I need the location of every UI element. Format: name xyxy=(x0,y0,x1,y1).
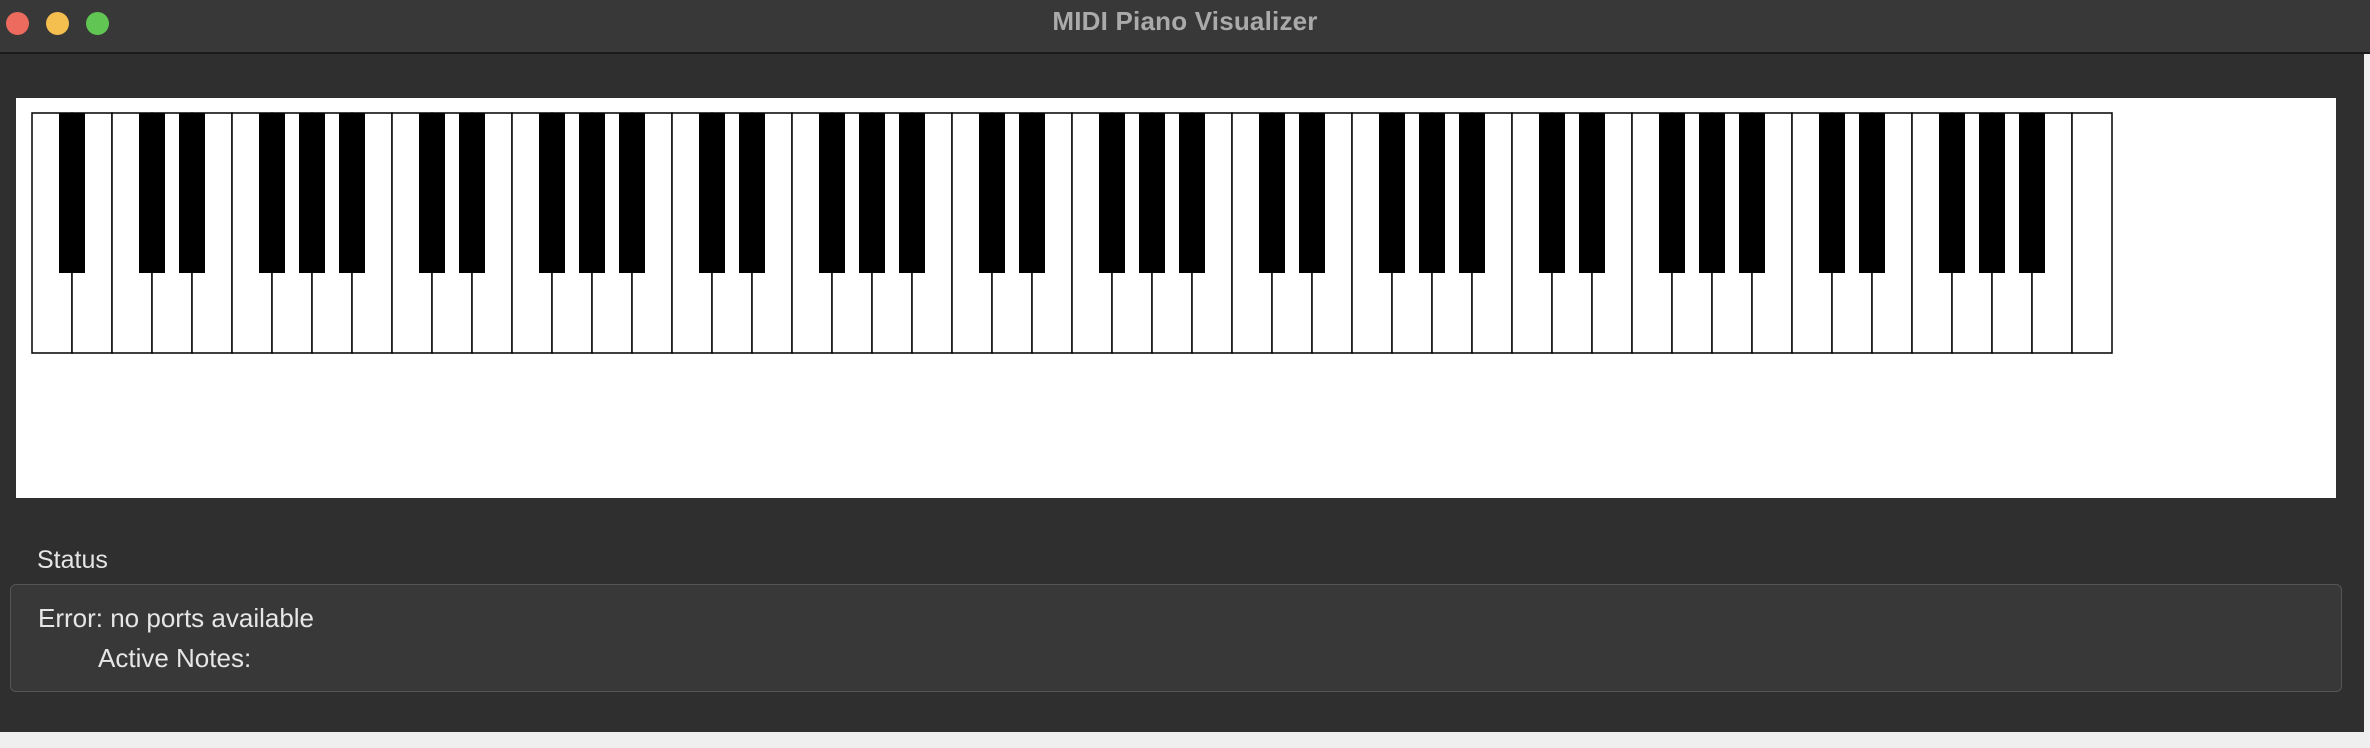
status-error-text: Error: no ports available xyxy=(38,603,315,633)
window-title: MIDI Piano Visualizer xyxy=(1052,6,1318,36)
black-key[interactable] xyxy=(579,113,605,273)
black-key[interactable] xyxy=(1859,113,1885,273)
black-key[interactable] xyxy=(299,113,325,273)
black-key[interactable] xyxy=(859,113,885,273)
black-key[interactable] xyxy=(1579,113,1605,273)
window-edge xyxy=(2364,54,2370,732)
black-key[interactable] xyxy=(1259,113,1285,273)
black-key[interactable] xyxy=(339,113,365,273)
black-key[interactable] xyxy=(2019,113,2045,273)
black-key[interactable] xyxy=(1699,113,1725,273)
black-key[interactable] xyxy=(739,113,765,273)
black-key[interactable] xyxy=(1139,113,1165,273)
black-key[interactable] xyxy=(1459,113,1485,273)
black-key[interactable] xyxy=(459,113,485,273)
black-key[interactable] xyxy=(1939,113,1965,273)
black-key[interactable] xyxy=(1539,113,1565,273)
piano-keyboard[interactable] xyxy=(30,111,2120,356)
black-key[interactable] xyxy=(1299,113,1325,273)
black-key[interactable] xyxy=(1659,113,1685,273)
black-key[interactable] xyxy=(139,113,165,273)
title-bar[interactable]: MIDI Piano Visualizer xyxy=(0,0,2370,54)
black-key[interactable] xyxy=(979,113,1005,273)
app-window: MIDI Piano Visualizer Status Error: no p… xyxy=(0,0,2370,732)
black-key[interactable] xyxy=(1099,113,1125,273)
black-key[interactable] xyxy=(619,113,645,273)
black-key[interactable] xyxy=(259,113,285,273)
black-key[interactable] xyxy=(699,113,725,273)
black-key[interactable] xyxy=(1019,113,1045,273)
black-key[interactable] xyxy=(1379,113,1405,273)
black-key[interactable] xyxy=(1419,113,1445,273)
black-key[interactable] xyxy=(1739,113,1765,273)
status-group-label: Status xyxy=(37,546,108,574)
active-notes-label: Active Notes: xyxy=(98,643,252,673)
piano-canvas[interactable] xyxy=(16,98,2336,498)
white-key[interactable] xyxy=(2071,112,2113,354)
black-key[interactable] xyxy=(819,113,845,273)
status-panel: Error: no ports available Active Notes: xyxy=(10,584,2342,692)
black-key[interactable] xyxy=(179,113,205,273)
black-key[interactable] xyxy=(1819,113,1845,273)
black-key[interactable] xyxy=(899,113,925,273)
black-key[interactable] xyxy=(419,113,445,273)
black-key[interactable] xyxy=(1979,113,2005,273)
black-key[interactable] xyxy=(1179,113,1205,273)
black-key[interactable] xyxy=(59,113,85,273)
black-key[interactable] xyxy=(539,113,565,273)
